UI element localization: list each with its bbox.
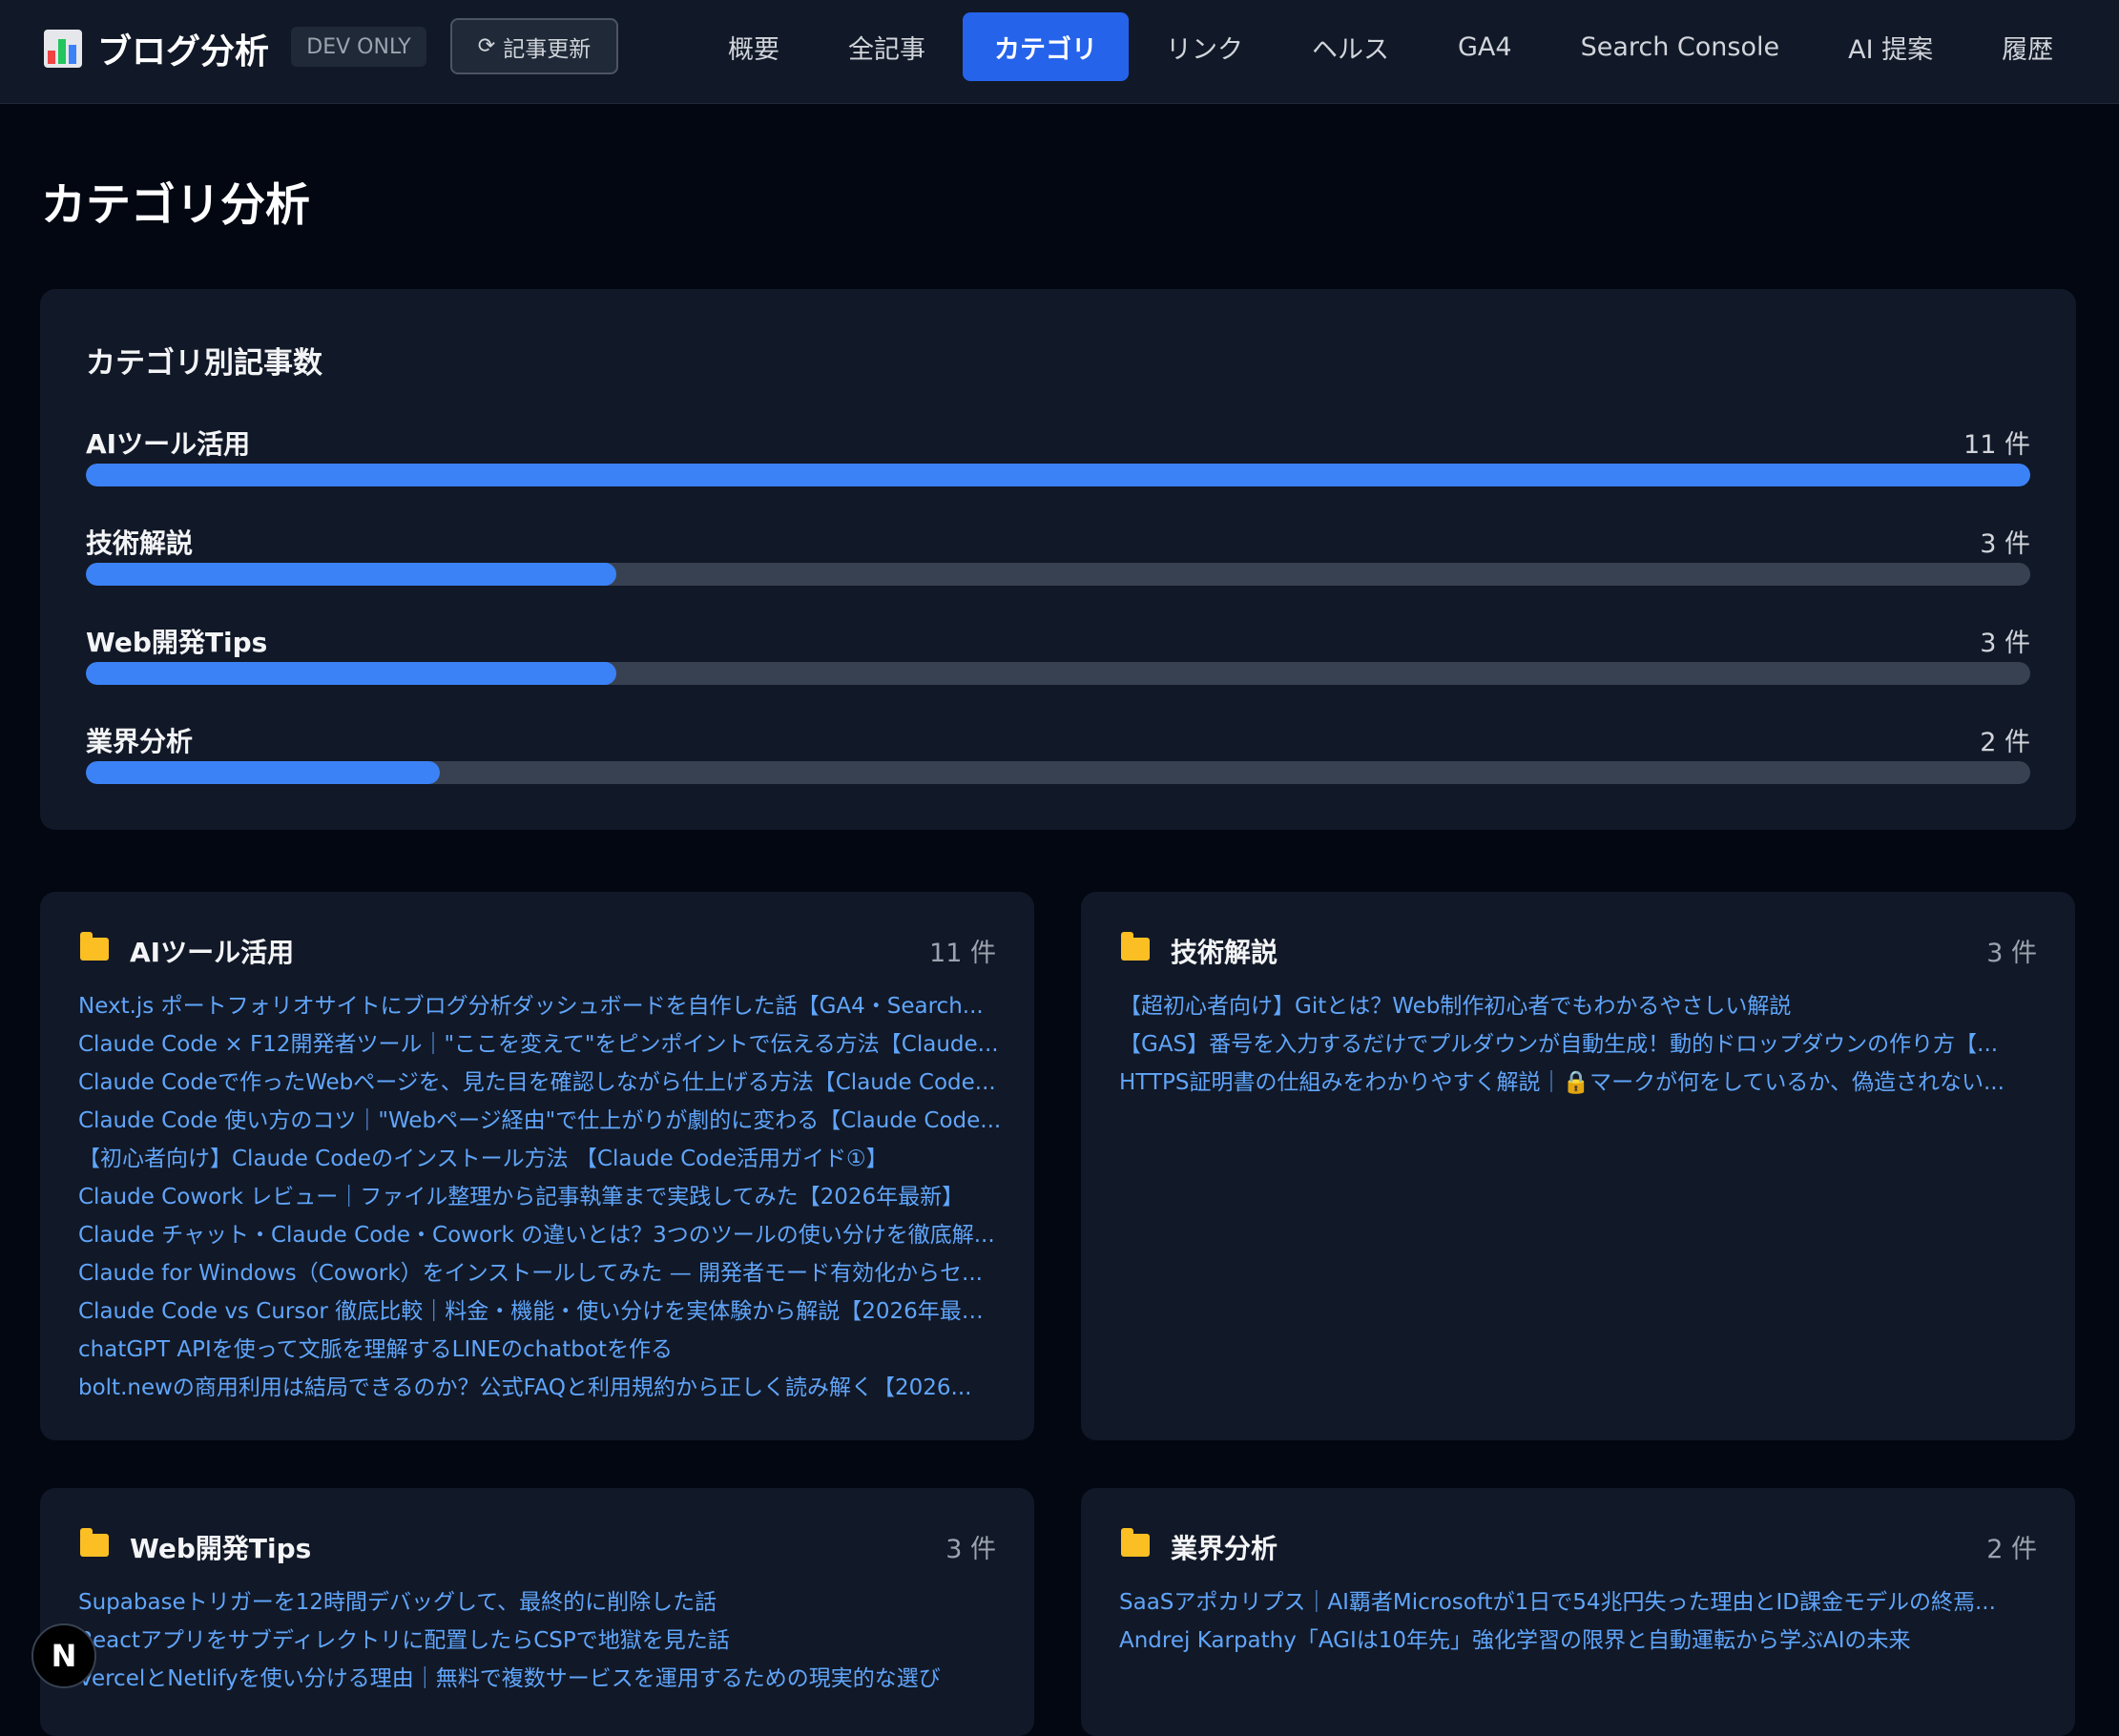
article-link[interactable]: 【初心者向け】Claude Codeのインストール方法 【Claude Code… [78,1140,1004,1178]
category-bar-label: AIツール活用 [86,428,251,460]
category-card-header: Web開発Tips 3 件 [80,1528,996,1566]
category-count-card: カテゴリ別記事数 AIツール活用 11 件技術解説 3 件 Web開発Tips 3 件業… [40,289,2076,830]
category-bar-fill [86,761,440,784]
article-list: Next.js ポートフォリオサイトにブログ分析ダッシュボードを自作した話【GA… [78,987,1004,1407]
category-card: Web開発Tips 3 件 Supabaseトリガーを12時間デバッグして、最終的に… [40,1488,1034,1736]
category-bar-track [86,464,2030,486]
article-link[interactable]: Claude for Windows（Cowork）をインストールしてみた — … [78,1254,1004,1292]
category-bar-label: Web開発Tips [86,627,268,658]
dev-only-badge: DEV ONLY [291,27,426,67]
category-name: 業界分析 [1171,1533,1278,1564]
category-count-title: カテゴリ別記事数 [86,346,322,381]
category-count: 3 件 [1986,939,2037,968]
article-link[interactable]: Claude Code × F12開発者ツール｜"ここを変えて"をピンポイントで… [78,1025,1004,1064]
app-title: ブログ分析 [97,32,270,72]
category-count: 3 件 [945,1535,996,1564]
category-bar-label: 業界分析 [86,726,194,757]
category-bar-count: 3 件 [1980,529,2030,559]
category-bar-row: Web開発Tips 3 件 [86,622,2030,698]
category-bar-count: 2 件 [1980,728,2030,757]
article-link[interactable]: Claude Codeで作ったWebページを、見た目を確認しながら仕上げる方法【… [78,1064,1004,1102]
category-card-header: 業界分析 2 件 [1121,1528,2037,1566]
article-link[interactable]: Reactアプリをサブディレクトリに配置したらCSPで地獄を見た話 [78,1622,1004,1660]
category-count: 2 件 [1986,1535,2037,1564]
refresh-icon: ⟳ [477,34,496,58]
article-link[interactable]: Andrej Karpathy「AGIは10年先」強化学習の限界と自動運転から学… [1119,1622,2045,1660]
category-bar-fill [86,464,2030,486]
category-bar-row: 技術解説 3 件 [86,523,2030,599]
category-bar-track [86,662,2030,685]
nav-tab[interactable]: 全記事 [817,12,957,81]
category-card: 業界分析 2 件 SaaSアポカリプス｜AI覇者Microsoftが1日で54兆円失… [1081,1488,2075,1736]
nav-tab[interactable]: カテゴリ [963,12,1129,81]
refresh-articles-button[interactable]: ⟳ 記事更新 [450,18,618,74]
nav-tab[interactable]: GA4 [1426,12,1544,81]
article-list: Supabaseトリガーを12時間デバッグして、最終的に削除した話 Reactアプ… [78,1583,1004,1698]
category-bar-count: 3 件 [1980,629,2030,658]
article-link[interactable]: HTTPS証明書の仕組みをわかりやすく解説｜🔒マークが何をしているか、偽造されな… [1119,1064,2045,1102]
category-bar-label: 技術解説 [86,527,194,559]
article-link[interactable]: VercelとNetlifyを使い分ける理由｜無料で複数サービスを運用するための… [78,1660,1004,1698]
category-name: Web開発Tips [130,1533,312,1564]
category-bar-row: 業界分析 2 件 [86,721,2030,797]
main-nav: 概要 全記事 カテゴリ リンク ヘルス GA4 Search Console AI 提案 履歴 [696,12,2090,81]
refresh-label: 記事更新 [503,36,592,62]
article-link[interactable]: Claude チャット・Claude Code・Cowork の違いとは？3つの… [78,1216,1004,1254]
nav-tab[interactable]: AI 提案 [1817,12,1964,81]
nav-tab[interactable]: 履歴 [1970,12,2085,81]
nav-tab[interactable]: リンク [1134,12,1275,81]
article-link[interactable]: bolt.newの商用利用は結局できるのか？公式FAQと利用規約から正しく読み解… [78,1369,1004,1407]
bar-chart-icon [44,30,82,68]
category-bar-fill [86,662,616,685]
nav-tab[interactable]: ヘルス [1280,12,1421,81]
nav-tab[interactable]: 概要 [696,12,811,81]
category-bar-track [86,563,2030,586]
category-bar-row: AIツール活用 11 件 [86,424,2030,500]
article-list: 【超初心者向け】Gitとは？Web制作初心者でもわかるやさしい解説 【GAS】番号… [1119,987,2045,1102]
category-bar-count: 11 件 [1963,430,2030,460]
article-link[interactable]: Claude Code 使い方のコツ｜"Webページ経由"で仕上がりが劇的に変わ… [78,1102,1004,1140]
top-bar: ブログ分析 DEV ONLY ⟳ 記事更新 概要 全記事 カテゴリ リンク ヘルス GA4… [0,0,2119,104]
category-bar-track [86,761,2030,784]
nav-tab[interactable]: Search Console [1549,12,1812,81]
page-title: カテゴリ分析 [41,179,310,232]
brand[interactable]: ブログ分析 [44,26,269,72]
category-name: AIツール活用 [130,937,295,968]
article-link[interactable]: Supabaseトリガーを12時間デバッグして、最終的に削除した話 [78,1583,1004,1622]
article-link[interactable]: Claude Code vs Cursor 徹底比較｜料金・機能・使い分けを実体… [78,1292,1004,1331]
category-name: 技術解説 [1171,937,1278,968]
category-count: 11 件 [929,939,996,968]
article-link[interactable]: SaaSアポカリプス｜AI覇者Microsoftが1日で54兆円失った理由とID… [1119,1583,2045,1622]
category-bar-fill [86,563,616,586]
category-card: 技術解説 3 件【超初心者向け】Gitとは？Web制作初心者でもわかるやさしい解説… [1081,892,2075,1440]
article-link[interactable]: Next.js ポートフォリオサイトにブログ分析ダッシュボードを自作した話【GA… [78,987,1004,1025]
folder-icon [1121,932,1150,961]
folder-icon [1121,1528,1150,1557]
folder-icon [80,932,109,961]
folder-icon [80,1528,109,1557]
article-link[interactable]: 【超初心者向け】Gitとは？Web制作初心者でもわかるやさしい解説 [1119,987,2045,1025]
category-card-header: AIツール活用 11 件 [80,932,996,970]
article-link[interactable]: 【GAS】番号を入力するだけでプルダウンが自動生成！動的ドロップダウンの作り方【… [1119,1025,2045,1064]
category-card-header: 技術解説 3 件 [1121,932,2037,970]
category-card: AIツール活用 11 件 Next.js ポートフォリオサイトにブログ分析ダッシュボ… [40,892,1034,1440]
nextjs-dev-badge[interactable]: N [31,1623,96,1688]
article-link[interactable]: Claude Cowork レビュー｜ファイル整理から記事執筆まで実践してみた【… [78,1178,1004,1216]
article-list: SaaSアポカリプス｜AI覇者Microsoftが1日で54兆円失った理由とID… [1119,1583,2045,1660]
article-link[interactable]: chatGPT APIを使って文脈を理解するLINEのchatbotを作る [78,1331,1004,1369]
